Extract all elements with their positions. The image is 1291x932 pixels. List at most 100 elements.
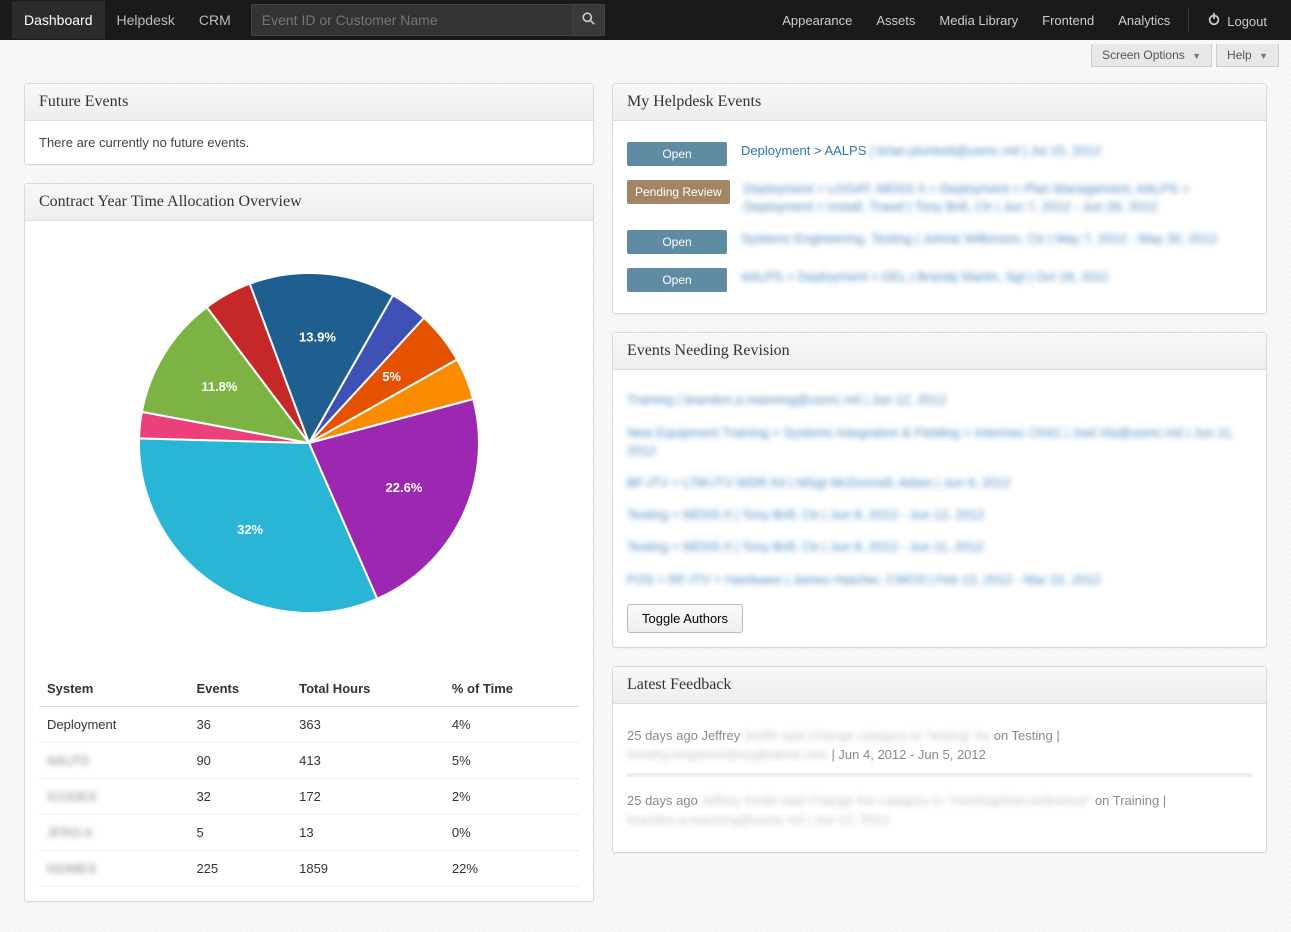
- right-column: My Helpdesk Events Open Deployment > AALP…: [612, 83, 1267, 902]
- topbar: DashboardHelpdeskCRM AppearanceAssetsMed…: [0, 0, 1291, 40]
- feedback-panel: Latest Feedback 25 days ago Jeffrey Smit…: [612, 666, 1267, 853]
- table-cell: 4%: [444, 707, 579, 743]
- status-badge: Open: [627, 230, 727, 254]
- left-column: Future Events There are currently no fut…: [24, 83, 594, 902]
- feedback-blur: Change the category to "meeting/teleconf…: [808, 793, 1091, 808]
- nav-item-dashboard[interactable]: Dashboard: [12, 1, 105, 39]
- revision-item[interactable]: FOS > RF-ITV > Hardware | James Hatcher,…: [627, 564, 1252, 596]
- helpdesk-desc: Deployment > LOGAT, MDSS II > Deployment…: [744, 180, 1252, 216]
- helpdesk-title: My Helpdesk Events: [613, 84, 1266, 121]
- allocation-table: SystemEventsTotal Hours% of Time Deploym…: [39, 671, 579, 887]
- table-cell: 1859: [291, 851, 444, 887]
- helpdesk-row: Open Systems Engineering, Testing | Johni…: [627, 223, 1252, 261]
- helpdesk-row: Pending Review Deployment > LOGAT, MDSS I…: [627, 173, 1252, 223]
- help-label: Help: [1227, 48, 1252, 62]
- table-cell: 172: [291, 779, 444, 815]
- table-row: KEIMES225185922%: [39, 851, 579, 887]
- feedback-dates: | Jun 4, 2012 - Jun 5, 2012: [828, 747, 986, 762]
- helpdesk-row: Open Deployment > AALPS | brian.plunkett@…: [627, 135, 1252, 173]
- helpdesk-text: Deployment > LOGAT, MDSS II > Deployment…: [744, 181, 1190, 214]
- caret-down-icon: ▼: [1259, 51, 1268, 61]
- revision-item[interactable]: Testing > MDSS II | Tony Brill, Ctr | Ju…: [627, 499, 1252, 531]
- nav-item-frontend[interactable]: Frontend: [1030, 2, 1106, 39]
- content: Future Events There are currently no fut…: [0, 73, 1291, 932]
- nav-item-media-library[interactable]: Media Library: [927, 2, 1030, 39]
- helpdesk-tail: | brian.plunkett@usmc.mil | Jul 15, 2012: [866, 143, 1101, 158]
- nav-item-crm[interactable]: CRM: [187, 1, 243, 39]
- table-header: % of Time: [444, 671, 579, 707]
- feedback-blur: timothy.singstock@ucgfederal.com: [627, 747, 828, 762]
- table-cell: 13: [291, 815, 444, 851]
- status-badge: Open: [627, 142, 727, 166]
- caret-down-icon: ▼: [1192, 51, 1201, 61]
- feedback-mid: on Testing |: [990, 728, 1060, 743]
- status-badge: Pending Review: [627, 180, 730, 204]
- nav-item-assets[interactable]: Assets: [864, 2, 927, 39]
- table-cell: 225: [188, 851, 291, 887]
- revision-item[interactable]: Testing > MDSS II | Tony Brill, Ctr | Ju…: [627, 531, 1252, 563]
- table-cell: 90: [188, 743, 291, 779]
- table-cell: 32: [188, 779, 291, 815]
- feedback-item: 25 days ago Jeffrey Smith said Change ca…: [627, 718, 1252, 777]
- table-row: ICODES321722%: [39, 779, 579, 815]
- feedback-blur: Jeffrey Smith said: [701, 793, 808, 808]
- future-events-panel: Future Events There are currently no fut…: [24, 83, 594, 165]
- pie-label: 22.6%: [386, 480, 423, 495]
- helpdesk-desc: AALPS > Deployment > DEL | Brandy Martin…: [741, 268, 1252, 286]
- nav-item-analytics[interactable]: Analytics: [1106, 2, 1182, 39]
- revision-panel: Events Needing Revision Training | brand…: [612, 332, 1267, 647]
- table-cell: 2%: [444, 779, 579, 815]
- toggle-authors-button[interactable]: Toggle Authors: [627, 604, 743, 633]
- table-cell: 5: [188, 815, 291, 851]
- search-wrapper: [251, 4, 605, 36]
- nav-item-helpdesk[interactable]: Helpdesk: [105, 1, 187, 39]
- helpdesk-desc: Deployment > AALPS | brian.plunkett@usmc…: [741, 142, 1252, 160]
- feedback-item: 25 days ago Jeffrey Smith said Change th…: [627, 783, 1252, 838]
- table-cell: AALPS: [39, 743, 188, 779]
- table-cell: ICODES: [39, 779, 188, 815]
- table-row: Deployment363634%: [39, 707, 579, 743]
- divider: [1188, 8, 1189, 32]
- feedback-prefix: 25 days ago: [627, 793, 701, 808]
- helpdesk-text: Systems Engineering, Testing | Johnie Wi…: [741, 231, 1217, 246]
- help-tab[interactable]: Help ▼: [1216, 44, 1279, 67]
- pie-label: 32%: [237, 522, 263, 537]
- table-cell: KEIMES: [39, 851, 188, 887]
- table-cell: 5%: [444, 743, 579, 779]
- feedback-blur: brandon.a.manning@usmc.mil | Jun 12, 201…: [627, 812, 889, 827]
- power-icon: [1207, 12, 1221, 26]
- screen-options-tab[interactable]: Screen Options ▼: [1091, 44, 1212, 67]
- nav-item-appearance[interactable]: Appearance: [770, 2, 864, 39]
- helpdesk-events-panel: My Helpdesk Events Open Deployment > AALP…: [612, 83, 1267, 314]
- feedback-blur: Change category to "testing" by: [808, 728, 990, 743]
- feedback-prefix: 25 days ago Jeffrey: [627, 728, 740, 743]
- pie-label: 5%: [382, 369, 401, 384]
- topbar-right: AppearanceAssetsMedia LibraryFrontendAna…: [770, 1, 1279, 40]
- allocation-panel: Contract Year Time Allocation Overview 2…: [24, 183, 594, 902]
- future-events-title: Future Events: [25, 84, 593, 121]
- search-input[interactable]: [252, 5, 572, 35]
- future-events-body: There are currently no future events.: [25, 121, 593, 164]
- revision-item[interactable]: BF-ITV > LTM-ITV WDR Kit | MSgt McDonnel…: [627, 467, 1252, 499]
- helpdesk-row: OpenAALPS > Deployment > DEL | Brandy Ma…: [627, 261, 1252, 299]
- table-cell: 22%: [444, 851, 579, 887]
- table-cell: 0%: [444, 815, 579, 851]
- logout-button[interactable]: Logout: [1195, 1, 1279, 40]
- revision-title: Events Needing Revision: [613, 333, 1266, 370]
- topbar-left: DashboardHelpdeskCRM: [12, 1, 243, 39]
- revision-item[interactable]: Training | brandon.a.manning@usmc.mil | …: [627, 384, 1252, 416]
- table-row: AALPS904135%: [39, 743, 579, 779]
- helpdesk-desc: Systems Engineering, Testing | Johnie Wi…: [741, 230, 1252, 248]
- search-button[interactable]: [572, 5, 604, 35]
- helpdesk-link[interactable]: Deployment > AALPS: [741, 143, 866, 158]
- pie-label: 13.9%: [299, 329, 336, 344]
- table-cell: 363: [291, 707, 444, 743]
- pie-label: 11.8%: [201, 379, 238, 394]
- search-icon: [582, 12, 595, 28]
- revision-item[interactable]: New Equipment Training > Systems Integra…: [627, 417, 1252, 467]
- subbar: Screen Options ▼ Help ▼: [0, 40, 1291, 73]
- table-header: Total Hours: [291, 671, 444, 707]
- helpdesk-text: AALPS > Deployment > DEL | Brandy Martin…: [741, 269, 1109, 284]
- feedback-mid: on Training |: [1091, 793, 1166, 808]
- table-cell: 413: [291, 743, 444, 779]
